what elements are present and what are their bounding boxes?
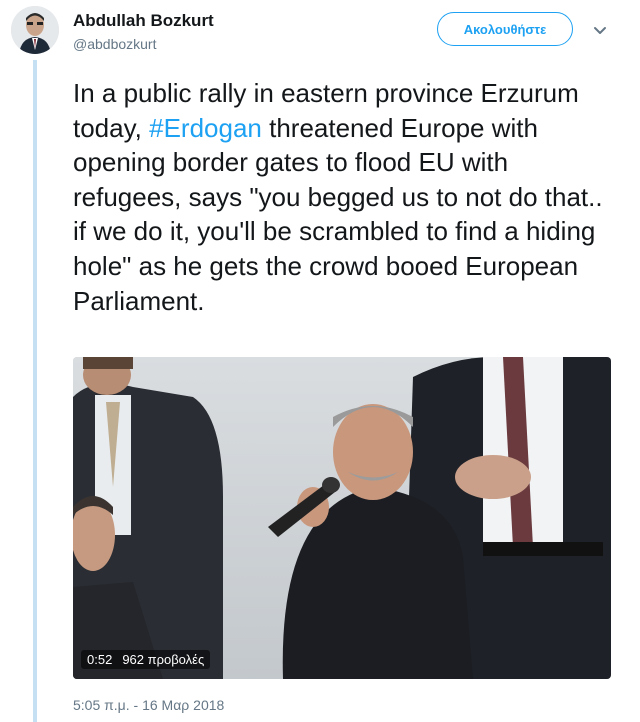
video-views: 962 προβολές xyxy=(122,652,205,667)
tweet-text: In a public rally in eastern province Er… xyxy=(73,76,613,318)
avatar-image xyxy=(11,6,59,54)
avatar[interactable] xyxy=(11,6,59,54)
author-handle[interactable]: @abdbozkurt xyxy=(73,36,156,52)
video-player[interactable]: 0:52 962 προβολές xyxy=(73,357,611,679)
tweet-timestamp[interactable]: 5:05 π.μ. - 16 Μαρ 2018 xyxy=(73,697,224,713)
thread-line xyxy=(33,60,37,722)
author-name[interactable]: Abdullah Bozkurt xyxy=(73,11,214,31)
tweet-text-after: threatened Europe with opening border ga… xyxy=(73,112,603,316)
video-info: 0:52 962 προβολές xyxy=(81,650,211,669)
video-duration: 0:52 xyxy=(87,652,113,667)
follow-button[interactable]: Ακολουθήστε xyxy=(437,12,573,46)
chevron-down-icon[interactable] xyxy=(592,22,608,38)
hashtag-link[interactable]: #Erdogan xyxy=(149,113,262,143)
video-frame xyxy=(73,357,611,679)
